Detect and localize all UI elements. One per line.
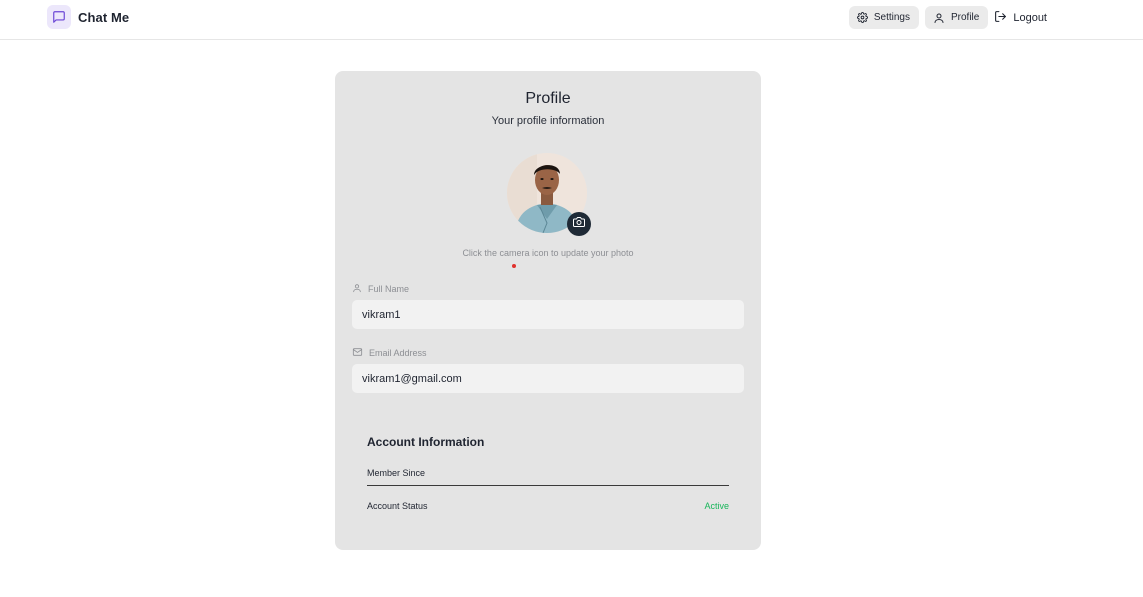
user-icon (933, 12, 945, 24)
page-title: Profile (525, 90, 571, 107)
top-navbar: Chat Me Settings Profile Logout (0, 0, 1143, 40)
camera-upload-button[interactable] (567, 212, 591, 236)
chat-bubble-icon (47, 5, 71, 29)
email-field[interactable]: vikram1@gmail.com (352, 364, 744, 393)
user-icon (352, 283, 362, 295)
account-status-row: Account Status Active (367, 501, 729, 511)
mail-icon (352, 347, 363, 359)
settings-label: Settings (873, 12, 910, 23)
indicator-dot (512, 264, 516, 268)
avatar-hint-text: Click the camera icon to update your pho… (462, 248, 634, 258)
brand-link[interactable]: Chat Me (47, 5, 129, 29)
nav-actions: Settings Profile Logout (848, 6, 1051, 29)
email-label-text: Email Address (369, 348, 427, 358)
account-status-label: Account Status (367, 501, 428, 511)
profile-label: Profile (950, 12, 980, 23)
app-name: Chat Me (78, 9, 130, 25)
status-badge: Active (704, 501, 729, 511)
member-since-label: Member Since (367, 468, 426, 478)
logout-icon (994, 10, 1007, 26)
logout-label: Logout (1013, 11, 1047, 24)
camera-icon (573, 215, 585, 233)
avatar-container (507, 153, 591, 237)
full-name-label-text: Full Name (368, 284, 410, 294)
full-name-field[interactable]: vikram1 (352, 300, 744, 329)
email-label: Email Address (352, 347, 427, 359)
full-name-label: Full Name (352, 283, 409, 295)
logout-button[interactable]: Logout (994, 6, 1051, 29)
settings-button[interactable]: Settings (848, 6, 919, 29)
account-info-title: Account Information (367, 435, 485, 449)
profile-button[interactable]: Profile (924, 6, 989, 29)
profile-card: Profile Your profile information Click t… (335, 71, 761, 550)
gear-icon (856, 12, 868, 23)
page-subtitle: Your profile information (491, 115, 605, 127)
member-since-row: Member Since (367, 468, 729, 486)
